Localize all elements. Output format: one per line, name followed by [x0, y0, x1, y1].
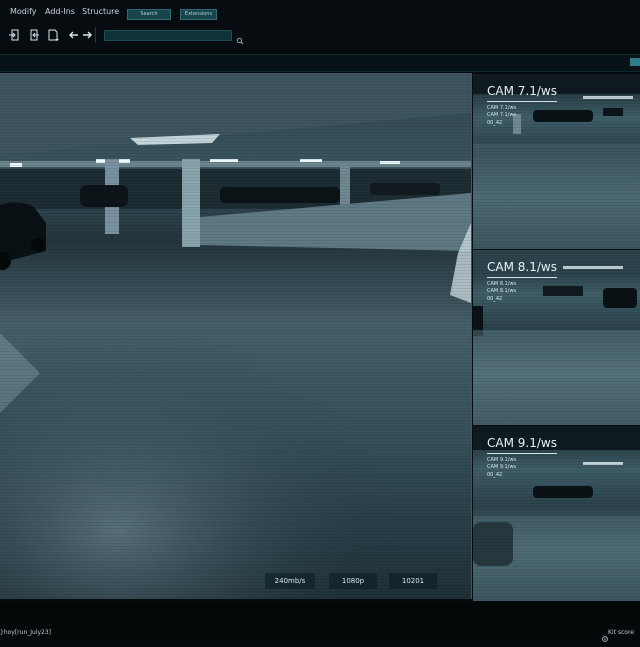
- frame-count-badge: 10201: [389, 573, 437, 589]
- search-icon[interactable]: [236, 30, 244, 45]
- camera-8-line-1: CAM 8.1/ws: [487, 281, 517, 287]
- camera-9-title: CAM 9.1/ws: [487, 436, 557, 450]
- camera-8-line-3: 00_42: [487, 296, 503, 302]
- page-add-icon[interactable]: [46, 27, 60, 41]
- menu-structure[interactable]: Structure: [82, 7, 119, 16]
- search-button-label: Search: [140, 11, 158, 17]
- camera-8-rule: [487, 277, 557, 278]
- page-export-icon[interactable]: [27, 27, 41, 41]
- camera-8-line-2: CAM 8.1/ws: [487, 288, 517, 294]
- info-strip: [0, 54, 640, 72]
- status-right-text: Kit score: [608, 629, 634, 636]
- page-import-icon[interactable]: [8, 27, 22, 41]
- toolbar: [0, 24, 640, 48]
- camera-9-line-3: 00_42: [487, 472, 503, 478]
- camera-tile-7[interactable]: CAM 7.1/ws CAM 7.1/ws CAM 7.1/ws 00_42: [473, 74, 640, 249]
- extensions-button-label: Extensions: [184, 11, 213, 17]
- panel-toggle[interactable]: [630, 58, 640, 66]
- camera-7-line-1: CAM 7.1/ws: [487, 105, 517, 111]
- main-camera-view[interactable]: [0, 73, 472, 599]
- camera-7-title: CAM 7.1/ws: [487, 84, 557, 98]
- address-input[interactable]: [104, 30, 232, 41]
- camera-tile-9[interactable]: CAM 9.1/ws CAM 9.1/ws CAM 9.1/ws 00_42: [473, 426, 640, 601]
- menu-modify[interactable]: Modify: [10, 7, 37, 16]
- camera-9-line-2: CAM 9.1/ws: [487, 464, 517, 470]
- status-bar: [0, 601, 640, 640]
- status-text: }hoy[run_July23]: [0, 629, 52, 636]
- camera-7-rule: [487, 101, 557, 102]
- arrow-left-icon[interactable]: [67, 27, 81, 41]
- camera-9-line-1: CAM 9.1/ws: [487, 457, 517, 463]
- menu-add-ins[interactable]: Add-Ins: [45, 7, 75, 16]
- extensions-button[interactable]: Extensions: [180, 9, 217, 20]
- camera-8-title: CAM 8.1/ws: [487, 260, 557, 274]
- parking-garage-scene: [0, 73, 471, 599]
- camera-7-line-3: 00_42: [487, 120, 503, 126]
- resolution-badge: 1080p: [329, 573, 377, 589]
- bitrate-badge: 240mb/s: [265, 573, 315, 589]
- camera-9-rule: [487, 453, 557, 454]
- camera-7-line-2: CAM 7.1/ws: [487, 112, 517, 118]
- toolbar-separator: [95, 27, 96, 43]
- arrow-right-icon[interactable]: [80, 27, 94, 41]
- camera-tile-8[interactable]: CAM 8.1/ws CAM 8.1/ws CAM 8.1/ws 00_42: [473, 250, 640, 425]
- search-button[interactable]: Search: [127, 9, 171, 20]
